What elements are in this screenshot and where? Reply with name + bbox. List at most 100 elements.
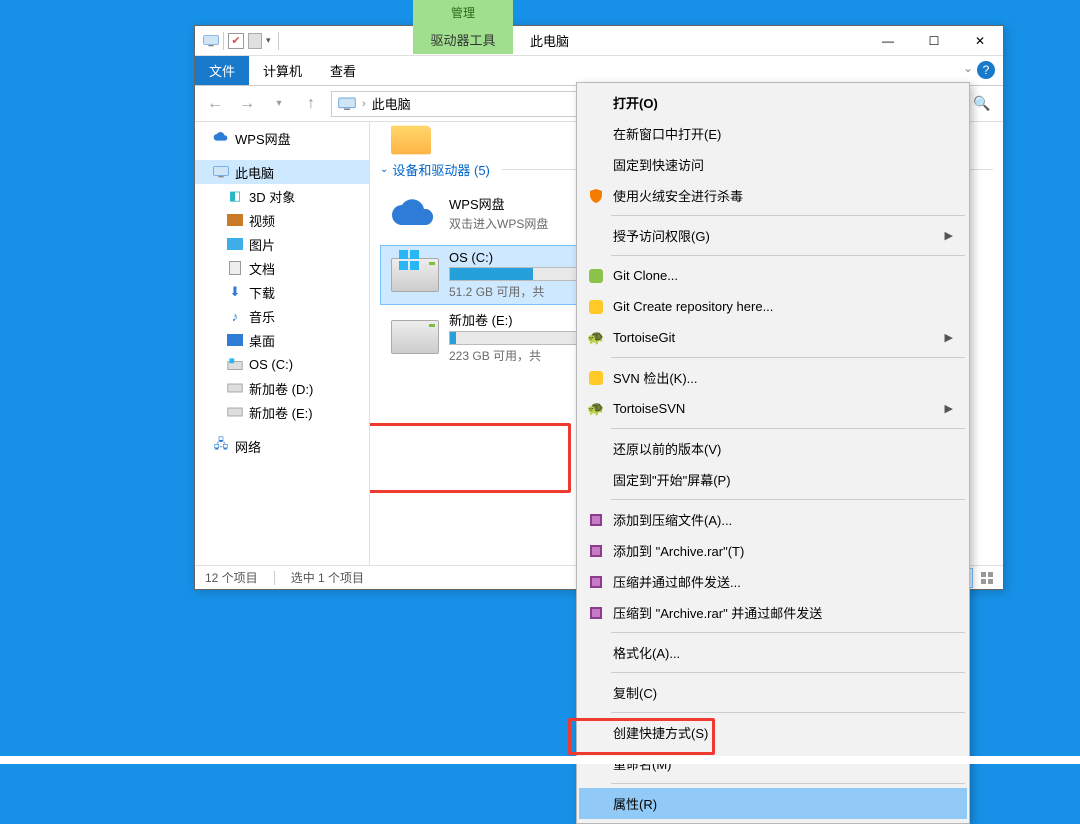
sidebar-item[interactable]: 图片 xyxy=(195,232,369,256)
ribbon-tab-view[interactable]: 查看 xyxy=(316,56,370,85)
chevron-down-icon: ⌄ xyxy=(380,164,388,175)
sidebar-item[interactable]: 此电脑 xyxy=(195,160,369,184)
sidebar-item[interactable]: 文档 xyxy=(195,256,369,280)
context-menu-item[interactable]: 压缩并通过邮件发送... xyxy=(579,566,967,597)
chevron-right-icon: ▶ xyxy=(945,331,953,344)
svn-checkout-icon xyxy=(587,369,605,387)
context-menu-item[interactable]: 打开(O) xyxy=(579,87,967,118)
view-tiles-icon[interactable] xyxy=(977,568,997,588)
disk-icon xyxy=(227,404,243,420)
sidebar-item[interactable]: 🖧网络 xyxy=(195,434,369,458)
sidebar-item-label: 文档 xyxy=(249,259,275,278)
context-menu-label: 压缩并通过邮件发送... xyxy=(613,572,741,591)
search-icon[interactable]: 🔍 xyxy=(969,91,995,117)
ribbon-tab-computer[interactable]: 计算机 xyxy=(249,56,316,85)
navigation-pane: WPS网盘此电脑 ◧ 3D 对象视频图片文档 ⬇下载♪音乐桌面 OS (C:) 新加卷 (… xyxy=(195,122,370,565)
sidebar-item[interactable]: OS (C:) xyxy=(195,352,369,376)
sidebar-item-label: 视频 xyxy=(249,211,275,230)
forward-button[interactable]: → xyxy=(235,92,259,116)
context-menu-item[interactable]: SVN 检出(K)... xyxy=(579,362,967,393)
pc-icon xyxy=(203,33,219,49)
ribbon-tab-file[interactable]: 文件 xyxy=(195,56,249,85)
sidebar-item[interactable]: 新加卷 (D:) xyxy=(195,376,369,400)
context-menu-item[interactable]: 固定到快速访问 xyxy=(579,149,967,180)
context-menu-item[interactable]: 🐢TortoiseSVN▶ xyxy=(579,393,967,424)
context-menu-label: 授予访问权限(G) xyxy=(613,226,710,245)
context-menu-item[interactable]: 使用火绒安全进行杀毒 xyxy=(579,180,967,211)
context-menu-label: TortoiseGit xyxy=(613,330,675,345)
context-menu-item[interactable]: 授予访问权限(G) ▶ xyxy=(579,220,967,251)
status-item-count: 12 个项目 xyxy=(205,569,258,586)
shield-orange-icon xyxy=(587,187,605,205)
context-menu-label: 复制(C) xyxy=(613,683,657,702)
context-menu-item[interactable]: 在新窗口中打开(E) xyxy=(579,118,967,149)
ribbon-context-tab-manage[interactable]: 驱动器工具 xyxy=(413,0,513,54)
context-menu-label: 打开(O) xyxy=(613,93,658,112)
maximize-button[interactable]: ☐ xyxy=(911,26,957,56)
context-menu-item[interactable]: 复制(C) xyxy=(579,677,967,708)
help-button[interactable]: ? xyxy=(977,61,995,79)
qat-dropdown-icon[interactable]: ▾ xyxy=(266,35,271,46)
sidebar-item-label: 新加卷 (D:) xyxy=(249,379,313,398)
up-button[interactable]: ↑ xyxy=(299,92,323,116)
disk-win-icon xyxy=(389,251,441,299)
git-clone-icon xyxy=(587,267,605,285)
close-button[interactable]: ✕ xyxy=(957,26,1003,56)
sidebar-item[interactable]: ⬇下载 xyxy=(195,280,369,304)
context-menu-item[interactable]: 固定到"开始"屏幕(P) xyxy=(579,464,967,495)
rar-icon xyxy=(587,511,605,529)
context-menu-item[interactable]: 属性(R) xyxy=(579,788,967,819)
context-menu-item[interactable]: 🐢TortoiseGit▶ xyxy=(579,322,967,353)
breadcrumb-current[interactable]: 此电脑 xyxy=(372,94,411,113)
annotation-highlight-drive xyxy=(370,423,571,493)
sidebar-item[interactable]: 新加卷 (E:) xyxy=(195,400,369,424)
sidebar-item-label: 音乐 xyxy=(249,307,275,326)
minimize-button[interactable]: — xyxy=(865,26,911,56)
chevron-right-icon: ▶ xyxy=(945,402,953,415)
sidebar-item[interactable]: 桌面 xyxy=(195,328,369,352)
cloud-blue-icon xyxy=(213,130,229,146)
sidebar-item-label: 桌面 xyxy=(249,331,275,350)
pc-icon xyxy=(213,164,229,180)
context-menu-item[interactable]: 添加到 "Archive.rar"(T) xyxy=(579,535,967,566)
back-button[interactable]: ← xyxy=(203,92,227,116)
context-menu-separator xyxy=(611,215,965,216)
rar-icon xyxy=(587,604,605,622)
context-menu-label: 属性(R) xyxy=(613,794,657,813)
context-menu: 打开(O)在新窗口中打开(E)固定到快速访问使用火绒安全进行杀毒授予访问权限(G… xyxy=(576,82,970,824)
chevron-right-icon: ▶ xyxy=(945,229,953,242)
pc-icon xyxy=(338,97,356,111)
context-menu-separator xyxy=(611,783,965,784)
context-menu-label: SVN 检出(K)... xyxy=(613,368,698,387)
context-menu-label: 添加到压缩文件(A)... xyxy=(613,510,732,529)
window-title: 此电脑 xyxy=(530,31,569,50)
status-selection: 选中 1 个项目 xyxy=(291,569,364,586)
sidebar-item-label: 新加卷 (E:) xyxy=(249,403,313,422)
context-menu-separator xyxy=(611,499,965,500)
context-menu-label: Git Clone... xyxy=(613,268,678,283)
sidebar-item[interactable]: WPS网盘 xyxy=(195,126,369,150)
context-menu-item[interactable]: 压缩到 "Archive.rar" 并通过邮件发送 xyxy=(579,597,967,628)
context-menu-item[interactable]: Git Clone... xyxy=(579,260,967,291)
context-menu-label: 压缩到 "Archive.rar" 并通过邮件发送 xyxy=(613,603,822,622)
picture-icon xyxy=(227,236,243,252)
context-menu-item[interactable]: Git Create repository here... xyxy=(579,291,967,322)
context-menu-item[interactable]: 还原以前的版本(V) xyxy=(579,433,967,464)
ribbon-collapse-icon[interactable]: ⌄ xyxy=(963,61,973,75)
rar-icon xyxy=(587,573,605,591)
desktop-icon xyxy=(227,332,243,348)
context-menu-item[interactable]: 创建快捷方式(S) xyxy=(579,717,967,748)
taskbar-edge xyxy=(0,756,1080,764)
sidebar-item[interactable]: 视频 xyxy=(195,208,369,232)
sidebar-item-label: 3D 对象 xyxy=(249,187,295,206)
network-icon: 🖧 xyxy=(213,438,229,454)
history-chevron[interactable]: ▾ xyxy=(267,92,291,116)
qat-checkbox-icon[interactable]: ✔ xyxy=(228,33,244,49)
section-title: 设备和驱动器 (5) xyxy=(392,160,490,179)
cube-icon: ◧ xyxy=(227,188,243,204)
sidebar-item[interactable]: ♪音乐 xyxy=(195,304,369,328)
context-menu-item[interactable]: 格式化(A)... xyxy=(579,637,967,668)
context-menu-item[interactable]: 添加到压缩文件(A)... xyxy=(579,504,967,535)
sidebar-item[interactable]: ◧ 3D 对象 xyxy=(195,184,369,208)
qat-file-icon[interactable] xyxy=(248,33,262,49)
